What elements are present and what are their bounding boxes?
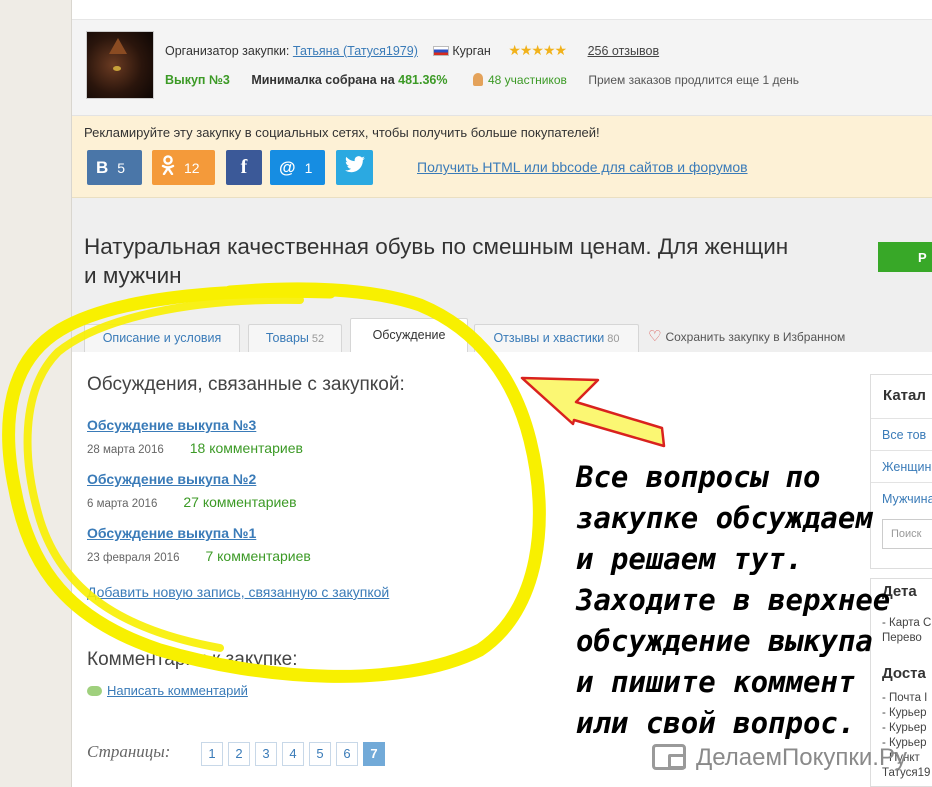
rating-stars-icon: ★★★★★ xyxy=(508,42,567,58)
tab-products[interactable]: Товары 52 xyxy=(248,324,342,352)
discussion-comment-count[interactable]: 27 комментариев xyxy=(183,494,296,510)
discussion-item: Обсуждение выкупа №2 6 марта 2016 27 комм… xyxy=(87,471,297,510)
discussion-date: 28 марта 2016 xyxy=(87,444,164,456)
organizer-city: Курган xyxy=(452,44,491,58)
tab-label: Отзывы и хвастики xyxy=(493,331,605,345)
purchase-status: Выкуп №3 Минималка собрана на 481.36% 48… xyxy=(165,73,799,87)
russia-flag-icon xyxy=(433,46,450,56)
mailru-share-count: 1 xyxy=(304,159,313,176)
tab-label: Описание и условия xyxy=(102,331,222,345)
vykup-number: Выкуп №3 xyxy=(165,73,230,87)
twitter-share-button[interactable] xyxy=(336,150,373,185)
discussion-link[interactable]: Обсуждение выкупа №1 xyxy=(87,525,311,541)
discussion-meta: 23 февраля 2016 7 комментариев xyxy=(87,548,311,564)
share-prompt: Рекламируйте эту закупку в социальных се… xyxy=(84,125,600,140)
order-deadline: Прием заказов продлится еще 1 день xyxy=(588,73,800,87)
title-area: Натуральная качественная обувь по смешны… xyxy=(72,198,932,352)
participants-icon xyxy=(473,73,483,86)
vk-icon: В xyxy=(96,157,109,177)
page-link[interactable]: 3 xyxy=(255,742,277,766)
comments-heading: Комментарии к закупке: xyxy=(87,649,298,670)
tab-count: 52 xyxy=(311,333,325,345)
discussions-heading: Обсуждения, связанные с закупкой: xyxy=(87,374,405,395)
page-title: Натуральная качественная обувь по смешны… xyxy=(84,234,789,288)
cat-eye-shape xyxy=(113,66,121,71)
write-comment-link[interactable]: Написать комментарий xyxy=(87,683,248,698)
tab-reviews[interactable]: Отзывы и хвастики 80 xyxy=(474,324,639,352)
discussion-comment-count[interactable]: 7 комментариев xyxy=(205,548,310,564)
organizer-bar: Организатор закупки: Татьяна (Татуся1979… xyxy=(72,20,932,116)
discussion-item: Обсуждение выкупа №1 23 февраля 2016 7 ко… xyxy=(87,525,311,564)
wallet-icon xyxy=(652,744,686,770)
heart-icon: ♡ xyxy=(648,328,662,345)
page-link[interactable]: 2 xyxy=(228,742,250,766)
twitter-icon xyxy=(344,156,366,179)
share-block: Рекламируйте эту закупку в социальных се… xyxy=(72,116,932,198)
vk-share-count: 5 xyxy=(117,159,126,176)
facebook-icon: f xyxy=(240,156,248,178)
watermark-text: ДелаемПокупки.Ру xyxy=(696,744,907,771)
catalog-heading: Катал xyxy=(883,387,926,404)
add-to-favorites[interactable]: ♡ Сохранить закупку в Избранном xyxy=(648,327,845,345)
discussion-link[interactable]: Обсуждение выкупа №2 xyxy=(87,471,297,487)
discussion-date: 6 марта 2016 xyxy=(87,498,158,510)
odnoklassniki-share-count: 12 xyxy=(184,159,200,176)
facebook-share-button[interactable]: f xyxy=(226,150,262,185)
pagination-label: Страницы: xyxy=(87,742,171,761)
discussion-date: 23 февраля 2016 xyxy=(87,552,180,564)
tab-count: 80 xyxy=(607,333,620,345)
discussion-comment-count[interactable]: 18 комментариев xyxy=(190,440,303,456)
organizer-name-link[interactable]: Татьяна (Татуся1979) xyxy=(293,44,418,58)
tab-label: Товары xyxy=(265,331,309,345)
minimal-label: Минималка собрана на xyxy=(251,73,395,87)
top-gap xyxy=(72,0,932,20)
add-discussion-link[interactable]: Добавить новую запись, связанную с закуп… xyxy=(87,584,389,600)
tab-description[interactable]: Описание и условия xyxy=(84,324,240,352)
join-button[interactable]: Р xyxy=(878,242,932,272)
catalog-item-all[interactable]: Все тов xyxy=(871,418,932,450)
tab-label: Обсуждение xyxy=(372,328,446,342)
comment-bubble-icon xyxy=(87,686,102,696)
write-comment-label: Написать комментарий xyxy=(107,683,248,698)
page-link[interactable]: 5 xyxy=(309,742,331,766)
vk-share-button[interactable]: В 5 xyxy=(87,150,142,185)
watermark: ДелаемПокупки.Ру xyxy=(652,744,907,772)
discussion-item: Обсуждение выкупа №3 28 марта 2016 18 ком… xyxy=(87,417,303,456)
odnoklassniki-share-button[interactable]: 12 xyxy=(152,150,215,185)
minimal-status: Минималка собрана на 481.36% xyxy=(251,73,447,87)
page-left-margin xyxy=(0,0,72,787)
reviews-link[interactable]: 256 отзывов xyxy=(588,44,660,58)
organizer-avatar[interactable] xyxy=(86,31,154,99)
favorite-label: Сохранить закупку в Избранном xyxy=(665,330,846,344)
page-link[interactable]: 1 xyxy=(201,742,223,766)
odnoklassniki-icon xyxy=(161,155,175,180)
page-link[interactable]: 4 xyxy=(282,742,304,766)
organizer-info: Организатор закупки: Татьяна (Татуся1979… xyxy=(165,42,659,59)
tab-discussion[interactable]: Обсуждение xyxy=(350,318,468,352)
minimal-percent: 481.36% xyxy=(398,73,448,87)
discussion-meta: 28 марта 2016 18 комментариев xyxy=(87,440,303,456)
organizer-label: Организатор закупки: xyxy=(165,44,290,58)
page-link[interactable]: 6 xyxy=(336,742,358,766)
page-link-current[interactable]: 7 xyxy=(363,742,385,766)
participants-count: 48 участников xyxy=(488,73,567,87)
mailru-share-button[interactable]: @ 1 xyxy=(270,150,325,185)
html-bbcode-link[interactable]: Получить HTML или bbcode для сайтов и фо… xyxy=(417,159,748,175)
cat-ear-shape xyxy=(109,38,127,54)
discussion-link[interactable]: Обсуждение выкупа №3 xyxy=(87,417,303,433)
mailru-icon: @ xyxy=(279,157,296,177)
handwritten-annotation: Все вопросы по закупке обсуждаем и решае… xyxy=(576,460,891,740)
discussion-meta: 6 марта 2016 27 комментариев xyxy=(87,494,297,510)
